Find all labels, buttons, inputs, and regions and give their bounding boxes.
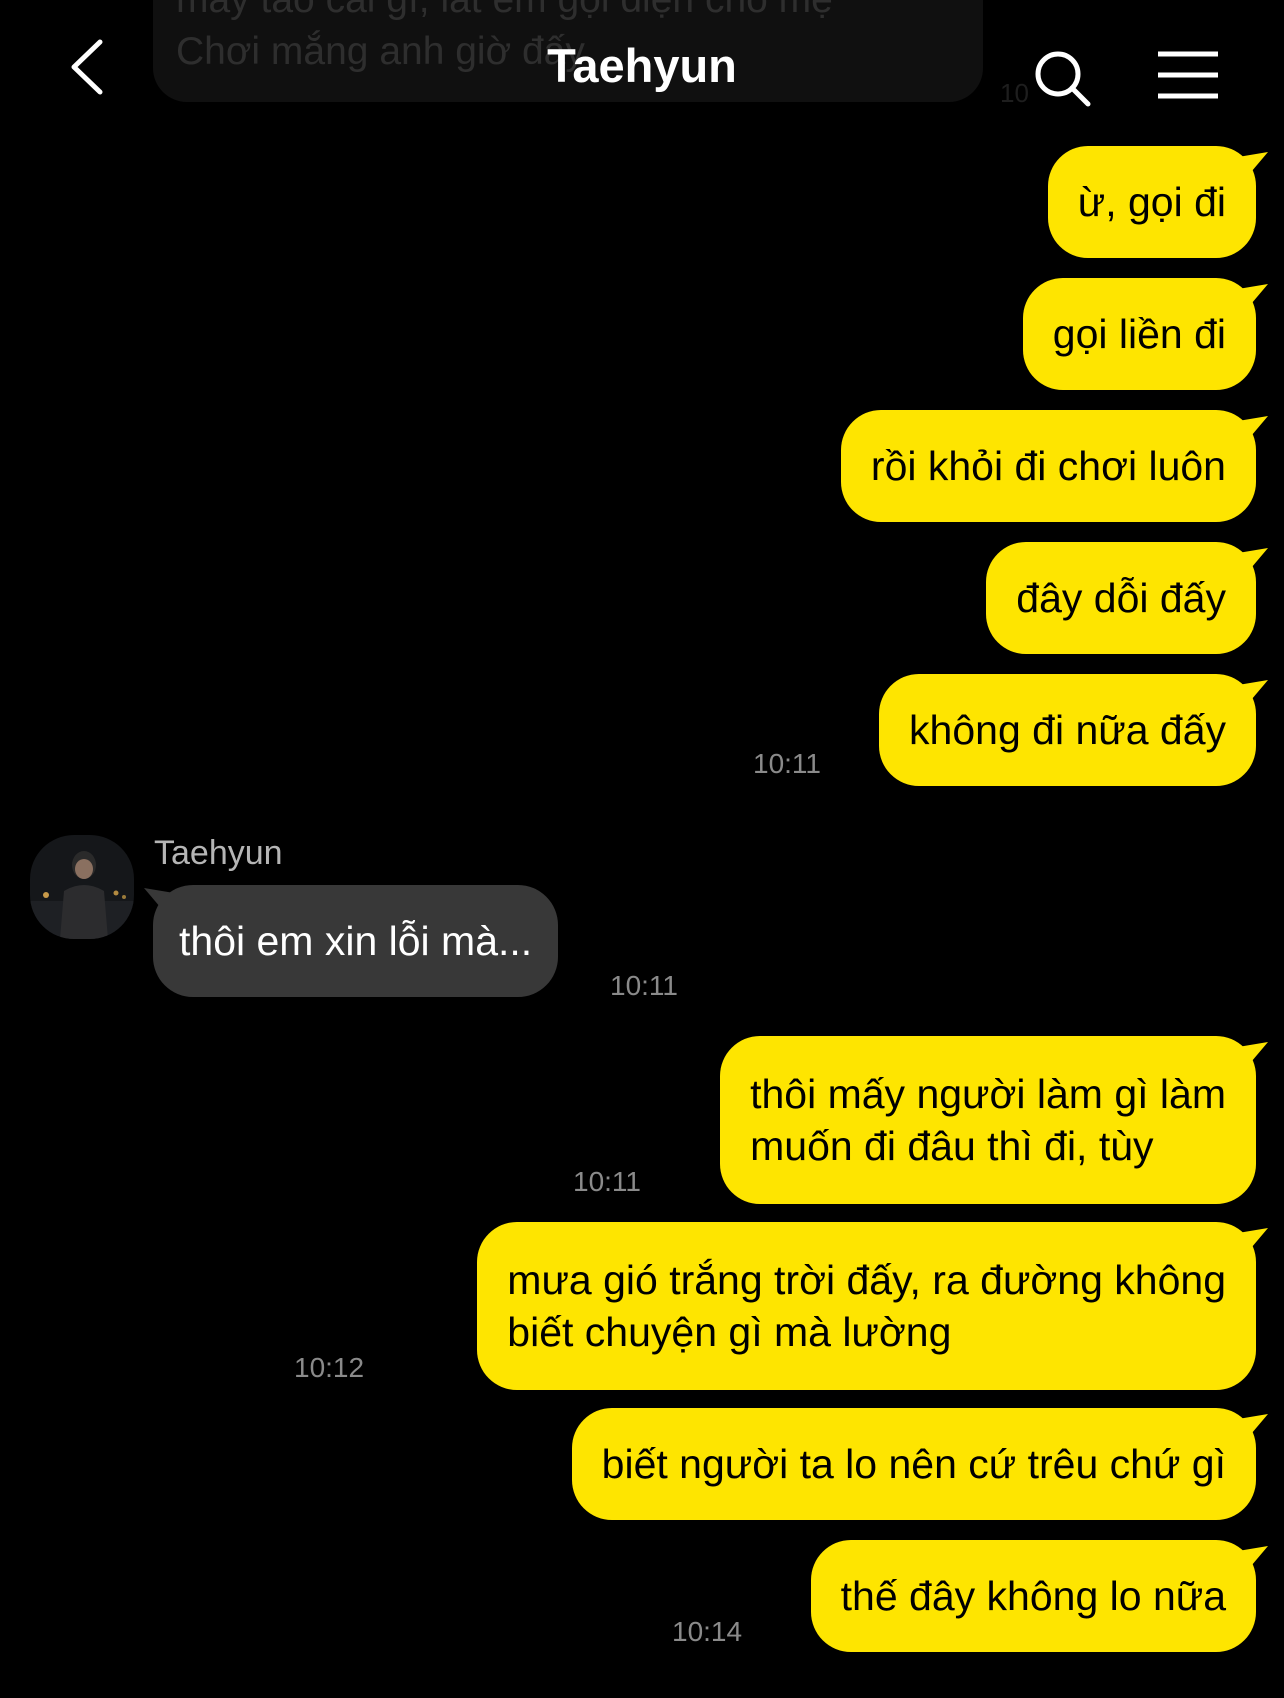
message-time: 10:11 <box>753 748 821 779</box>
my-message-bubble[interactable]: rồi khỏi đi chơi luôn <box>840 410 1256 522</box>
chat-header: Taehyun <box>0 0 1284 140</box>
message-text-line: thôi mấy người làm gì làm <box>750 1071 1226 1117</box>
message-time: 10:14 <box>672 1616 743 1647</box>
message-text-line: muốn đi đâu thì đi, tùy <box>750 1123 1154 1169</box>
my-message-bubble[interactable]: biết người ta lo nên cứ trêu chứ gì <box>571 1408 1256 1520</box>
message-time: 10:12 <box>294 1352 365 1383</box>
menu-button[interactable] <box>1156 50 1220 100</box>
contact-avatar[interactable] <box>30 835 134 939</box>
my-message-bubble[interactable]: đây dỗi đấy <box>986 542 1256 654</box>
back-button[interactable] <box>62 34 122 98</box>
message-text: đây dỗi đấy <box>1016 575 1226 621</box>
message-time: 10:11 <box>610 970 678 1001</box>
message-text-line: mưa gió trắng trời đấy, ra đường không <box>507 1257 1226 1303</box>
message-text-line: biết chuyện gì mà lường <box>507 1309 952 1355</box>
message-text: rồi khỏi đi chơi luôn <box>870 443 1226 489</box>
profile-photo <box>30 835 134 939</box>
my-message-bubble[interactable]: gọi liền đi <box>1022 278 1256 390</box>
message-text: không đi nữa đấy <box>909 707 1226 753</box>
message-time: 10:11 <box>573 1166 641 1197</box>
search-icon <box>1035 51 1091 107</box>
message-text: gọi liền đi <box>1052 311 1226 357</box>
my-message-bubble[interactable]: không đi nữa đấy <box>879 674 1256 786</box>
message-text: biết người ta lo nên cứ trêu chứ gì <box>601 1441 1226 1487</box>
message-text: ừ, gọi đi <box>1077 179 1226 225</box>
chevron-left-icon <box>71 39 103 95</box>
my-message-bubble[interactable]: ừ, gọi đi <box>1047 146 1256 258</box>
my-message-bubble[interactable]: thôi mấy người làm gì làm muốn đi đâu th… <box>720 1036 1256 1204</box>
my-message-bubble[interactable]: mưa gió trắng trời đấy, ra đường không b… <box>477 1222 1256 1390</box>
their-message-bubble[interactable]: thôi em xin lỗi mà... <box>153 885 559 997</box>
message-text: thế đây không lo nữa <box>840 1573 1226 1619</box>
search-button[interactable] <box>1032 48 1096 112</box>
message-text: thôi em xin lỗi mà... <box>179 918 533 964</box>
sender-name: Taehyun <box>154 834 283 872</box>
hamburger-menu-icon <box>1158 51 1218 99</box>
my-message-bubble[interactable]: thế đây không lo nữa <box>810 1540 1256 1652</box>
